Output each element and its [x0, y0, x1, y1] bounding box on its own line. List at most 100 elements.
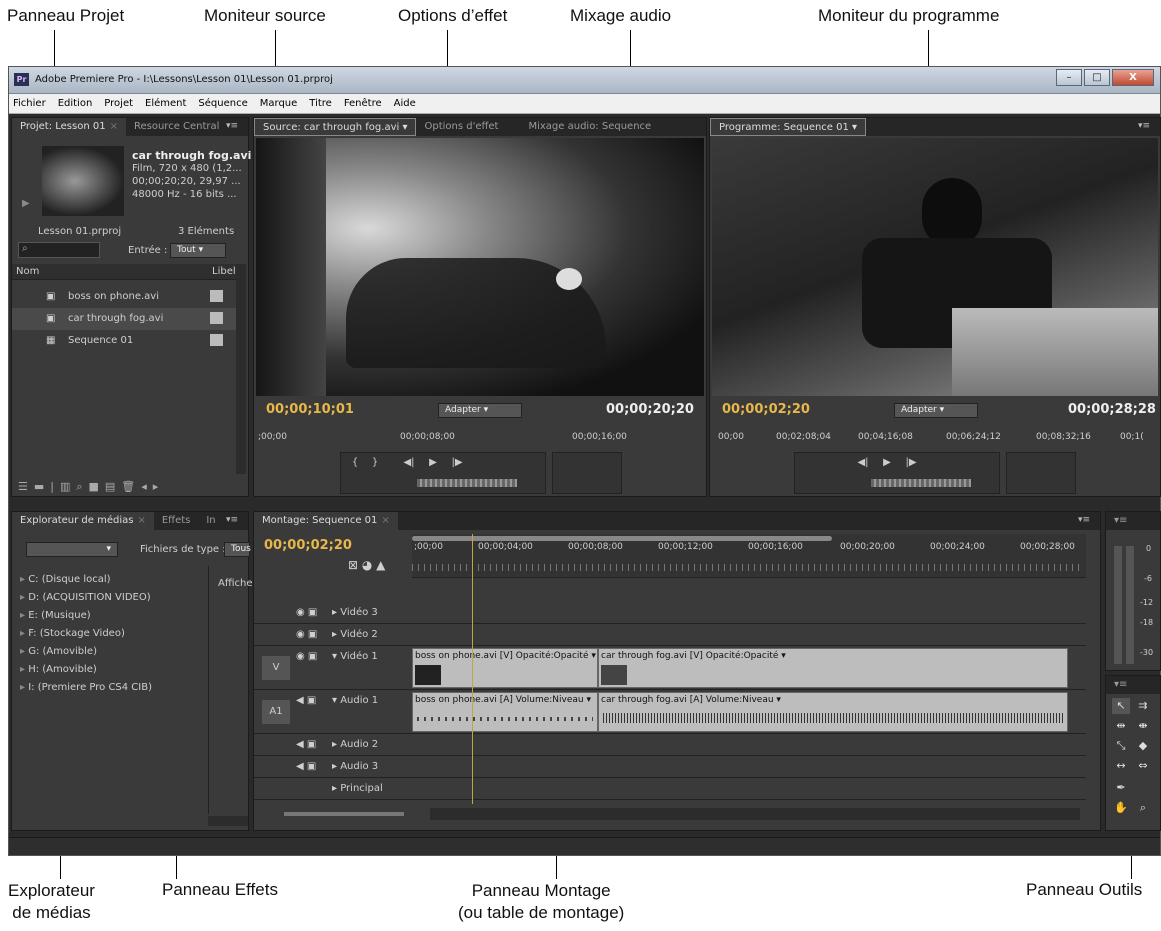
- clip-video-boss[interactable]: boss on phone.avi [V] Opacité:Opacité ▾: [412, 648, 598, 688]
- program-ruler-0: 00;00: [718, 432, 744, 442]
- clip-icon: ▣: [46, 313, 56, 324]
- clip-name: car through fog.avi: [132, 149, 252, 162]
- menu-fenetre[interactable]: Fenêtre: [344, 98, 382, 109]
- step-forward-button[interactable]: |▶: [447, 457, 467, 468]
- ripple-edit-tool-icon[interactable]: ⇹: [1112, 718, 1130, 734]
- playhead[interactable]: [472, 534, 473, 804]
- tab-timeline[interactable]: Montage: Sequence 01 ×: [254, 512, 398, 530]
- jog-shuttle[interactable]: [871, 479, 971, 487]
- program-video-frame: [712, 138, 1158, 396]
- column-label[interactable]: Libel: [212, 266, 236, 277]
- drive-item[interactable]: ▸ F: (Stockage Video): [20, 628, 125, 639]
- tab-info[interactable]: In: [198, 512, 223, 530]
- list-item[interactable]: ▣ car through fog.avi: [12, 308, 238, 330]
- tab-media-browser[interactable]: Explorateur de médias ×: [12, 512, 154, 530]
- source-fit-select[interactable]: Adapter ▾: [438, 403, 522, 418]
- panel-menu-icon[interactable]: ▾≡: [226, 121, 238, 131]
- selection-tool-icon[interactable]: ↖: [1112, 698, 1130, 714]
- panel-menu-icon[interactable]: ▾≡: [1078, 515, 1090, 525]
- mark-out-button[interactable]: }: [367, 457, 383, 468]
- tab-effects[interactable]: Effets: [154, 512, 199, 530]
- minimize-button[interactable]: –: [1056, 69, 1082, 86]
- drive-item[interactable]: ▸ I: (Premiere Pro CS4 CIB): [20, 682, 152, 693]
- clip-video-car[interactable]: car through fog.avi [V] Opacité:Opacité …: [598, 648, 1068, 688]
- menu-edition[interactable]: Edition: [58, 98, 93, 109]
- drive-item[interactable]: ▸ D: (ACQUISITION VIDEO): [20, 592, 151, 603]
- panel-bottom-toolbar[interactable]: ☰▬|▥⌕■▤🗑◂▸: [18, 480, 164, 494]
- divider[interactable]: [208, 566, 209, 814]
- entry-select[interactable]: Tout ▾: [170, 243, 226, 258]
- play-button[interactable]: ▶: [877, 457, 897, 468]
- clip-audio-boss[interactable]: boss on phone.avi [A] Volume:Niveau ▾: [412, 692, 598, 732]
- menu-aide[interactable]: Aide: [394, 98, 416, 109]
- play-thumbnail-icon[interactable]: ▶: [22, 198, 30, 209]
- drive-item[interactable]: ▸ G: (Amovible): [20, 646, 97, 657]
- tab-resource-central[interactable]: Resource Central: [126, 118, 227, 136]
- zoom-tool-icon[interactable]: ⌕: [1134, 800, 1152, 816]
- location-select[interactable]: ▾: [26, 542, 118, 557]
- drive-item[interactable]: ▸ E: (Musique): [20, 610, 91, 621]
- mark-in-button[interactable]: {: [347, 457, 363, 468]
- play-button[interactable]: ▶: [423, 457, 443, 468]
- track-target-v[interactable]: V: [262, 656, 290, 680]
- drive-item[interactable]: ▸ C: (Disque local): [20, 574, 111, 585]
- scrollbar[interactable]: [236, 264, 246, 474]
- pen-tool-icon[interactable]: ✒: [1112, 780, 1130, 796]
- timeline-timecode[interactable]: 00;00;02;20: [264, 538, 352, 553]
- close-button[interactable]: X: [1112, 69, 1154, 86]
- file-type-select[interactable]: Tous: [224, 542, 251, 557]
- snap-icon[interactable]: ⊠ ◕ ▲: [348, 558, 385, 572]
- tab-tools[interactable]: ▾≡: [1106, 676, 1135, 694]
- step-back-button[interactable]: ◀|: [399, 457, 419, 468]
- timeline-ruler[interactable]: [412, 534, 1086, 578]
- razor-tool-icon[interactable]: ◆: [1134, 738, 1152, 754]
- panel-menu-icon[interactable]: ▾≡: [226, 515, 238, 525]
- list-item[interactable]: ▣ boss on phone.avi: [12, 286, 238, 308]
- zoom-slider[interactable]: [284, 812, 404, 816]
- clip-audio-car[interactable]: car through fog.avi [A] Volume:Niveau ▾: [598, 692, 1068, 732]
- menu-marque[interactable]: Marque: [260, 98, 298, 109]
- search-input[interactable]: ⌕: [18, 242, 100, 258]
- menu-element[interactable]: Elément: [145, 98, 186, 109]
- clip-icon: ▣: [46, 291, 56, 302]
- rolling-edit-tool-icon[interactable]: ⇼: [1134, 718, 1152, 734]
- program-fit-select[interactable]: Adapter ▾: [894, 403, 978, 418]
- column-name[interactable]: Nom: [16, 266, 39, 277]
- program-current-timecode[interactable]: 00;00;02;20: [722, 402, 810, 417]
- horizontal-scrollbar[interactable]: [208, 816, 248, 826]
- tab-audio-meter[interactable]: ▾≡: [1106, 512, 1135, 530]
- step-back-button[interactable]: ◀|: [853, 457, 873, 468]
- tab-effect-options[interactable]: Options d'effet: [416, 118, 506, 136]
- menu-projet[interactable]: Projet: [104, 98, 133, 109]
- menu-sequence[interactable]: Séquence: [198, 98, 247, 109]
- drive-item[interactable]: ▸ H: (Amovible): [20, 664, 97, 675]
- lift-extract-controls[interactable]: [1006, 452, 1076, 494]
- panel-menu-icon[interactable]: ▾≡: [1138, 121, 1150, 131]
- track-select-tool-icon[interactable]: ⇉: [1134, 698, 1152, 714]
- tab-source[interactable]: Source: car through fog.avi ▾: [254, 118, 417, 136]
- callout-tools: Panneau Outils: [1026, 880, 1143, 899]
- tab-audio-mix[interactable]: Mixage audio: Sequence: [520, 118, 659, 136]
- meter-bar-right: [1126, 546, 1134, 664]
- ruler-label: 00;00;08;00: [568, 542, 623, 552]
- slip-tool-icon[interactable]: ↔: [1112, 758, 1130, 774]
- rate-stretch-tool-icon[interactable]: ⤡: [1112, 738, 1130, 754]
- list-item[interactable]: ▦ Sequence 01: [12, 330, 238, 352]
- insert-overlay-controls[interactable]: [552, 452, 622, 494]
- step-forward-button[interactable]: |▶: [901, 457, 921, 468]
- tab-program[interactable]: Programme: Sequence 01 ▾: [710, 118, 867, 136]
- hand-tool-icon[interactable]: ✋: [1112, 800, 1130, 816]
- slide-tool-icon[interactable]: ⇔: [1134, 758, 1152, 774]
- item-count: 3 Eléments: [178, 226, 235, 237]
- jog-shuttle[interactable]: [417, 479, 517, 487]
- callout-audio-mix: Mixage audio: [570, 6, 672, 25]
- ruler-label: 00;00;20;00: [840, 542, 895, 552]
- menu-titre[interactable]: Titre: [309, 98, 332, 109]
- track-target-a1[interactable]: A1: [262, 700, 290, 724]
- clip-info-2: 00;00;20;20, 29,97 ...: [132, 176, 241, 187]
- tab-project[interactable]: Projet: Lesson 01 ×: [12, 118, 126, 136]
- source-current-timecode[interactable]: 00;00;10;01: [266, 402, 354, 417]
- maximize-button[interactable]: □: [1084, 69, 1110, 86]
- menu-fichier[interactable]: Fichier: [13, 98, 46, 109]
- timeline-scrollbar[interactable]: [430, 808, 1080, 820]
